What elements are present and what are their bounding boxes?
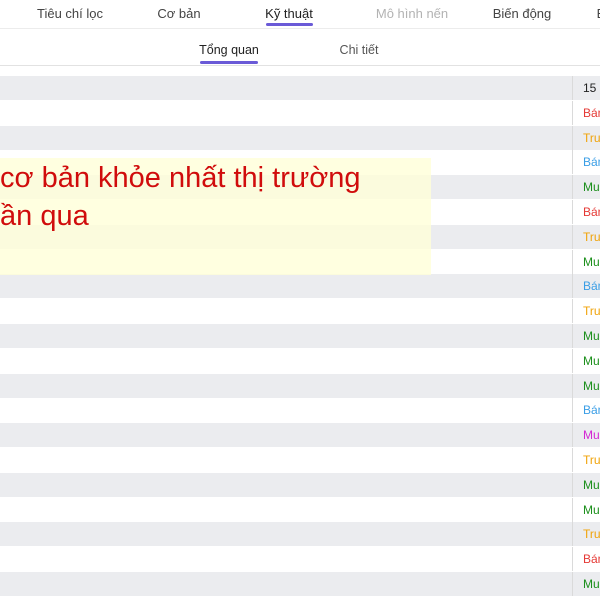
tab-truncated[interactable]: B — [597, 6, 600, 28]
signal-label: Mu — [583, 353, 600, 368]
tab-tieu-chi-loc[interactable]: Tiêu chí lọc — [37, 6, 103, 28]
table-row[interactable]: Mu — [0, 423, 600, 449]
column-header: 15 P — [583, 81, 600, 95]
tab-chi-tiet[interactable]: Chi tiết — [340, 43, 379, 57]
signal-cell: Bán — [572, 100, 600, 125]
signal-label: Mu — [583, 577, 600, 591]
table-row[interactable]: Mu — [0, 348, 600, 374]
signal-label: Bán — [583, 279, 600, 294]
signal-cell: Tru — [572, 299, 600, 324]
signal-label: Mu — [583, 254, 600, 269]
signal-label: Mu — [583, 477, 600, 492]
table-row[interactable]: Tru — [0, 125, 600, 151]
banner-line-1: cơ bản khỏe nhất thị trường — [0, 162, 361, 194]
signal-cell: Bán — [572, 398, 600, 423]
table-row[interactable]: Bán — [0, 274, 600, 300]
signal-cell: Bán — [572, 200, 600, 224]
signal-cell: Bán — [572, 150, 600, 175]
signal-label: Bán — [583, 155, 600, 170]
signal-cell: Tru — [572, 448, 600, 472]
signal-cell: Mu — [572, 497, 600, 522]
table-header-row: 15 P — [0, 76, 600, 101]
table-row[interactable]: Tru — [0, 299, 600, 325]
sub-tab-bar: Tổng quan Chi tiết — [0, 29, 600, 66]
table-row[interactable]: Bán — [0, 100, 600, 126]
table-row[interactable]: Bán — [0, 398, 600, 424]
banner-line-2: ần qua — [0, 200, 89, 232]
tab-mo-hinh-nen[interactable]: Mô hình nến — [376, 6, 448, 28]
top-tab-bar: Tiêu chí lọc Cơ bản Kỹ thuật Mô hình nến… — [0, 0, 600, 29]
signal-cell: Bán — [572, 274, 600, 299]
table-row[interactable]: Tru — [0, 448, 600, 473]
table-row[interactable]: Mu — [0, 497, 600, 523]
signal-cell: Mu — [572, 472, 600, 497]
signal-cell: Tru — [572, 224, 600, 249]
signal-label: Bán — [583, 552, 600, 567]
signal-label: Tru — [583, 229, 600, 244]
table-row[interactable]: Bán — [0, 547, 600, 573]
signal-cell: Mu — [572, 175, 600, 200]
promo-banner: cơ bản khỏe nhất thị trường ần qua — [0, 158, 431, 275]
signal-label: Bán — [583, 105, 600, 120]
signal-cell: Mu — [572, 423, 600, 448]
signal-cell: Bán — [572, 547, 600, 572]
table-row[interactable]: Tru — [0, 522, 600, 548]
table-row[interactable]: Mu — [0, 373, 600, 399]
tab-co-ban[interactable]: Cơ bản — [157, 6, 200, 28]
signal-label: Bán — [583, 403, 600, 418]
signal-label: Mu — [583, 180, 600, 195]
tab-tong-quan[interactable]: Tổng quan — [199, 43, 259, 57]
active-tab-indicator — [266, 23, 313, 26]
signal-cell: Tru — [572, 125, 600, 150]
signal-label: Tru — [583, 453, 600, 467]
signal-label: Mu — [583, 502, 600, 517]
signal-cell: Mu — [572, 373, 600, 398]
signal-cell: Tru — [572, 522, 600, 547]
signal-label: Tru — [583, 527, 600, 542]
table-row[interactable]: Mu — [0, 472, 600, 498]
active-subtab-indicator — [200, 61, 258, 64]
signal-label: Tru — [583, 304, 600, 319]
signal-cell: Mu — [572, 572, 600, 596]
signal-label: Tru — [583, 130, 600, 145]
table-row[interactable]: Mu — [0, 572, 600, 597]
signal-label: Mu — [583, 329, 600, 343]
tab-bien-dong[interactable]: Biến động — [493, 6, 552, 28]
table-row[interactable]: Mu — [0, 324, 600, 349]
signal-label: Bán — [583, 205, 600, 219]
header-cell: 15 P — [572, 76, 600, 100]
signal-cell: Mu — [572, 249, 600, 274]
signal-cell: Mu — [572, 324, 600, 348]
signal-label: Mu — [583, 428, 600, 443]
signal-cell: Mu — [572, 348, 600, 373]
signal-label: Mu — [583, 378, 600, 393]
